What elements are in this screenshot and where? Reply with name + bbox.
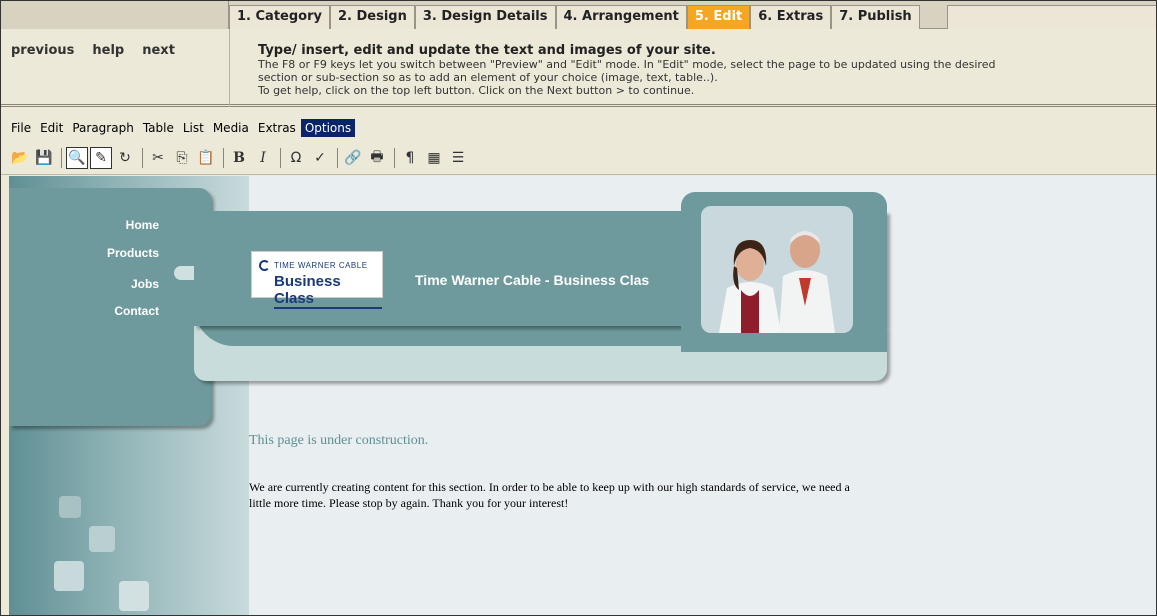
steps-left-spacer — [1, 1, 229, 29]
menu-media[interactable]: Media — [209, 119, 253, 137]
logo-big-text: Business Class — [274, 273, 382, 309]
menu-paragraph[interactable]: Paragraph — [68, 119, 137, 137]
site-nav-home[interactable]: Home — [69, 218, 159, 232]
step-edit[interactable]: 5. Edit — [686, 5, 751, 29]
menu-edit[interactable]: Edit — [36, 119, 67, 137]
open-icon[interactable]: 📂 — [9, 147, 31, 169]
link-icon[interactable]: 🔗 — [342, 147, 364, 169]
print-icon[interactable]: 🖶 — [366, 147, 388, 169]
site-nav-jobs[interactable]: Jobs — [69, 277, 159, 291]
special-char-icon[interactable]: Ω — [285, 147, 307, 169]
spellcheck-icon[interactable]: ✓ — [309, 147, 331, 169]
instructions-text: Type/ insert, edit and update the text a… — [258, 43, 1153, 97]
wizard-nav: previous help next — [11, 43, 175, 58]
step-design[interactable]: 2. Design — [329, 5, 415, 29]
italic-icon[interactable]: I — [252, 147, 274, 169]
construction-message[interactable]: We are currently creating content for th… — [249, 479, 859, 511]
refresh-icon[interactable]: ↻ — [114, 147, 136, 169]
steps-right-spacer — [947, 5, 1156, 29]
business-class-logo: TIME WARNER CABLE Business Class — [251, 251, 383, 309]
site-nav-products[interactable]: Products — [69, 246, 159, 260]
decorative-square — [59, 496, 81, 518]
menu-file[interactable]: File — [7, 119, 35, 137]
copy-icon[interactable]: ⎘ — [171, 147, 193, 169]
toolbar-separator — [337, 147, 338, 168]
toolbar-separator — [61, 147, 62, 168]
step-arrangement[interactable]: 4. Arrangement — [555, 5, 687, 29]
step-extras[interactable]: 6. Extras — [750, 5, 832, 29]
step-design-details[interactable]: 3. Design Details — [414, 5, 556, 29]
instructions-line-2: section or sub-section so as to add an e… — [258, 71, 718, 84]
doctors-illustration — [701, 206, 853, 333]
list-icon[interactable]: ☰ — [447, 147, 469, 169]
logo-swirl-icon — [259, 260, 270, 271]
logo-small-text: TIME WARNER CABLE — [274, 261, 368, 270]
site-builder-window: 1. Category 2. Design 3. Design Details … — [0, 0, 1157, 616]
page-preview-canvas[interactable]: Home Products Jobs Contact TIME WARNER C… — [9, 176, 1156, 615]
previous-link[interactable]: previous — [11, 43, 74, 58]
decorative-square — [89, 526, 115, 552]
decorative-square — [119, 581, 149, 611]
doctors-photo — [701, 206, 853, 333]
paragraph-icon[interactable]: ¶ — [399, 147, 421, 169]
paste-icon[interactable]: 📋 — [195, 147, 217, 169]
toolbar-separator — [223, 147, 224, 168]
step-list: 1. Category 2. Design 3. Design Details … — [229, 5, 920, 29]
toolbar-separator — [394, 147, 395, 168]
instructions-panel: previous help next Type/ insert, edit an… — [1, 29, 1156, 107]
decorative-square — [54, 561, 84, 591]
cut-icon[interactable]: ✂ — [147, 147, 169, 169]
instructions-heading: Type/ insert, edit and update the text a… — [258, 43, 716, 58]
menu-extras[interactable]: Extras — [254, 119, 300, 137]
instructions-line-3: To get help, click on the top left butto… — [258, 84, 695, 97]
instructions-divider — [229, 29, 230, 107]
menu-options[interactable]: Options — [300, 119, 356, 137]
site-nav-contact[interactable]: Contact — [69, 304, 159, 318]
step-publish[interactable]: 7. Publish — [831, 5, 920, 29]
next-link[interactable]: next — [142, 43, 175, 58]
table-icon[interactable]: ▦ — [423, 147, 445, 169]
bold-icon[interactable]: B — [228, 147, 250, 169]
steps-bar: 1. Category 2. Design 3. Design Details … — [1, 1, 1156, 29]
menu-list[interactable]: List — [179, 119, 208, 137]
editor-toolbar: 📂 💾 🔍 ✎ ↻ ✂ ⎘ 📋 B I Ω ✓ 🔗 🖶 ¶ ▦ ☰ — [1, 141, 1156, 175]
preview-icon[interactable]: 🔍 — [66, 146, 88, 169]
step-category[interactable]: 1. Category — [229, 5, 330, 29]
toolbar-separator — [280, 147, 281, 168]
editor-menubar: File Edit Paragraph Table List Media Ext… — [1, 117, 1156, 139]
save-icon[interactable]: 💾 — [33, 147, 55, 169]
site-title: Time Warner Cable - Business Clas — [415, 272, 650, 288]
instructions-line-1: The F8 or F9 keys let you switch between… — [258, 58, 996, 71]
help-link[interactable]: help — [92, 43, 124, 58]
edit-mode-icon[interactable]: ✎ — [90, 146, 112, 169]
construction-heading[interactable]: This page is under construction. — [249, 433, 428, 449]
toolbar-separator — [142, 147, 143, 168]
menu-table[interactable]: Table — [139, 119, 178, 137]
